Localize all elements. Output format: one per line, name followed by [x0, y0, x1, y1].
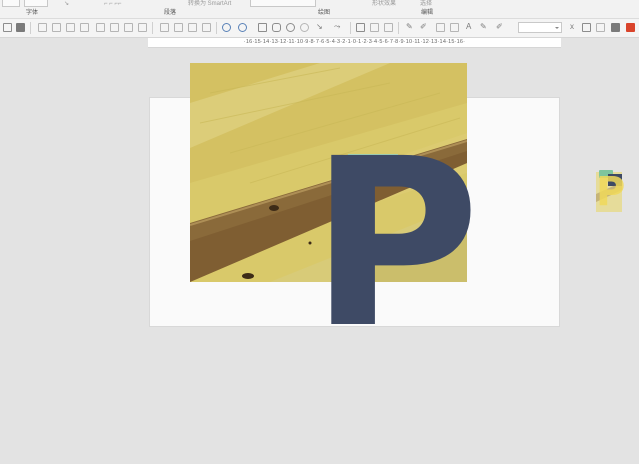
- copy-icon[interactable]: [52, 23, 61, 32]
- smartart-button[interactable]: 转换为 SmartArt: [188, 0, 231, 8]
- horizontal-ruler[interactable]: ·16·15·14·13·12·11·10·9·8·7·6·5·4·3·2·1·…: [148, 38, 561, 48]
- group-label-font: 字体: [26, 10, 39, 16]
- big-letter-p[interactable]: P: [310, 128, 480, 360]
- align-center-icon[interactable]: [138, 23, 147, 32]
- office-icon[interactable]: [626, 23, 635, 32]
- ribbon-arrow-clip[interactable]: ↘: [64, 0, 69, 8]
- new-slide-icon[interactable]: [3, 23, 12, 32]
- align-left-icon[interactable]: [124, 23, 133, 32]
- clear-format-icon[interactable]: x: [570, 22, 574, 32]
- pencil-icon[interactable]: ✐: [420, 22, 427, 32]
- special-char-icon[interactable]: [582, 23, 591, 32]
- pen-icon[interactable]: ✎: [406, 22, 413, 32]
- ribbon-control-clip-2[interactable]: [24, 0, 48, 7]
- shape-effect-button[interactable]: 形状效果: [372, 0, 396, 8]
- select-button[interactable]: 选择: [420, 0, 432, 8]
- ungroup-icon[interactable]: [174, 23, 183, 32]
- oval-icon[interactable]: [300, 23, 309, 32]
- font-size-combo[interactable]: [518, 22, 562, 33]
- rounded-rectangle-icon[interactable]: [272, 23, 281, 32]
- toolbar-separator: [216, 22, 217, 34]
- ribbon-control-clip-1[interactable]: [2, 0, 20, 7]
- undo-icon[interactable]: [96, 23, 105, 32]
- group-label-paragraph: 段落: [164, 10, 177, 16]
- toolbar-separator: [350, 22, 351, 34]
- chart-icon[interactable]: [384, 23, 393, 32]
- crop-icon[interactable]: [356, 23, 365, 32]
- cut-icon[interactable]: [38, 23, 47, 32]
- ellipse-icon[interactable]: [286, 23, 295, 32]
- ribbon: ↘ ⌐ ⌐ ⌐⌐ 转换为 SmartArt 形状效果 选择 字体 段落 绘图 编…: [0, 0, 639, 19]
- rectangle-icon[interactable]: [258, 23, 267, 32]
- group-label-drawing: 绘图: [318, 10, 331, 16]
- quick-toolbar: ↘ ⤳ ✎ ✐ A ✎ ✐ x: [0, 19, 639, 38]
- bring-forward-icon[interactable]: [188, 23, 197, 32]
- eyedropper-icon[interactable]: ✐: [496, 22, 503, 32]
- textbox-icon[interactable]: [450, 23, 459, 32]
- layout-icon[interactable]: [16, 23, 25, 32]
- group-icon[interactable]: [160, 23, 169, 32]
- toolbar-separator: [30, 22, 31, 34]
- toolbar-separator: [152, 22, 153, 34]
- ruler-scale: ·16·15·14·13·12·11·10·9·8·7·6·5·4·3·2·1·…: [243, 39, 466, 45]
- format-painter-icon[interactable]: [80, 23, 89, 32]
- symbol-icon[interactable]: [596, 23, 605, 32]
- shape-circle-icon[interactable]: [222, 23, 231, 32]
- text-icon[interactable]: A: [466, 22, 471, 32]
- dropdown-icon[interactable]: [611, 23, 620, 32]
- redo-icon[interactable]: [110, 23, 119, 32]
- thumbnail-letter: P: [596, 169, 626, 215]
- shape-fill-icon[interactable]: [238, 23, 247, 32]
- picture-icon[interactable]: [370, 23, 379, 32]
- toolbar-separator: [398, 22, 399, 34]
- group-label-editing: 编辑: [421, 10, 434, 16]
- send-backward-icon[interactable]: [202, 23, 211, 32]
- highlighter-icon[interactable]: ✎: [480, 22, 487, 32]
- paste-icon[interactable]: [66, 23, 75, 32]
- letter-thumbnail[interactable]: P: [594, 164, 626, 215]
- line-icon[interactable]: ↘: [316, 22, 323, 32]
- ribbon-clip-controls[interactable]: ⌐ ⌐ ⌐⌐: [104, 0, 121, 8]
- arrow-icon[interactable]: ⤳: [334, 22, 340, 32]
- shape-gallery-clip[interactable]: [250, 0, 316, 7]
- eraser-icon[interactable]: [436, 23, 445, 32]
